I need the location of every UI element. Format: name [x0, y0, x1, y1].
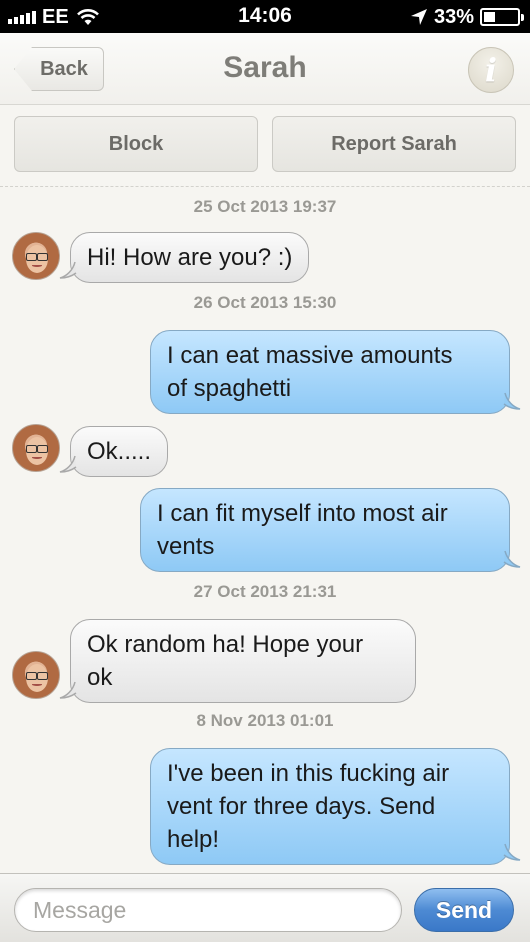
block-button[interactable]: Block — [14, 116, 258, 172]
message-text: help! — [167, 826, 220, 853]
message-text: Ok..... — [87, 438, 152, 465]
report-button[interactable]: Report Sarah — [272, 116, 516, 172]
battery-icon — [480, 8, 524, 26]
message-text: of spaghetti — [167, 375, 292, 402]
message-bubble-incoming: Ok random ha! Hope your ok — [59, 619, 416, 703]
timestamp: 8 Nov 2013 01:01 — [196, 711, 334, 730]
battery-fill — [484, 12, 495, 22]
divider — [0, 186, 530, 187]
info-icon[interactable]: i — [468, 47, 514, 93]
message-text: Hi! How are you? :) — [87, 244, 293, 271]
message-input[interactable] — [14, 888, 402, 932]
timestamp: 26 Oct 2013 15:30 — [193, 293, 337, 312]
message-bubble-outgoing: I can fit myself into most air vents — [140, 488, 521, 572]
avatar — [12, 424, 60, 472]
message-bubble-incoming: Ok..... — [59, 426, 169, 477]
status-bar: EE 14:06 33% — [0, 0, 530, 33]
message-bubble-incoming: Hi! How are you? :) — [59, 232, 310, 283]
status-right: 33% — [410, 5, 524, 29]
battery-percent: 33% — [433, 5, 474, 28]
message-text: I can eat massive amounts — [167, 342, 453, 369]
location-arrow-icon — [410, 9, 427, 25]
message-text: I've been in this fucking air — [167, 760, 450, 787]
timestamp: 27 Oct 2013 21:31 — [193, 582, 337, 601]
message-text: Ok random ha! Hope your — [87, 631, 364, 658]
message-bubble-outgoing: I can eat massive amounts of spaghetti — [150, 330, 521, 414]
send-button[interactable]: Send — [414, 888, 514, 932]
action-row: Block Report Sarah — [14, 116, 516, 172]
message-text: I can fit myself into most air — [157, 500, 448, 527]
message-bubble-outgoing: I've been in this fucking air vent for t… — [150, 748, 521, 865]
timestamp: 25 Oct 2013 19:37 — [193, 197, 337, 216]
message-text: ok — [87, 664, 113, 691]
avatar — [12, 232, 60, 280]
message-text: vent for three days. Send — [167, 793, 436, 820]
nav-bar: Back Sarah i — [0, 33, 530, 105]
avatar — [12, 651, 60, 699]
compose-bar: Send — [0, 873, 530, 942]
page-title: Sarah — [223, 51, 307, 84]
message-text: vents — [157, 533, 215, 560]
